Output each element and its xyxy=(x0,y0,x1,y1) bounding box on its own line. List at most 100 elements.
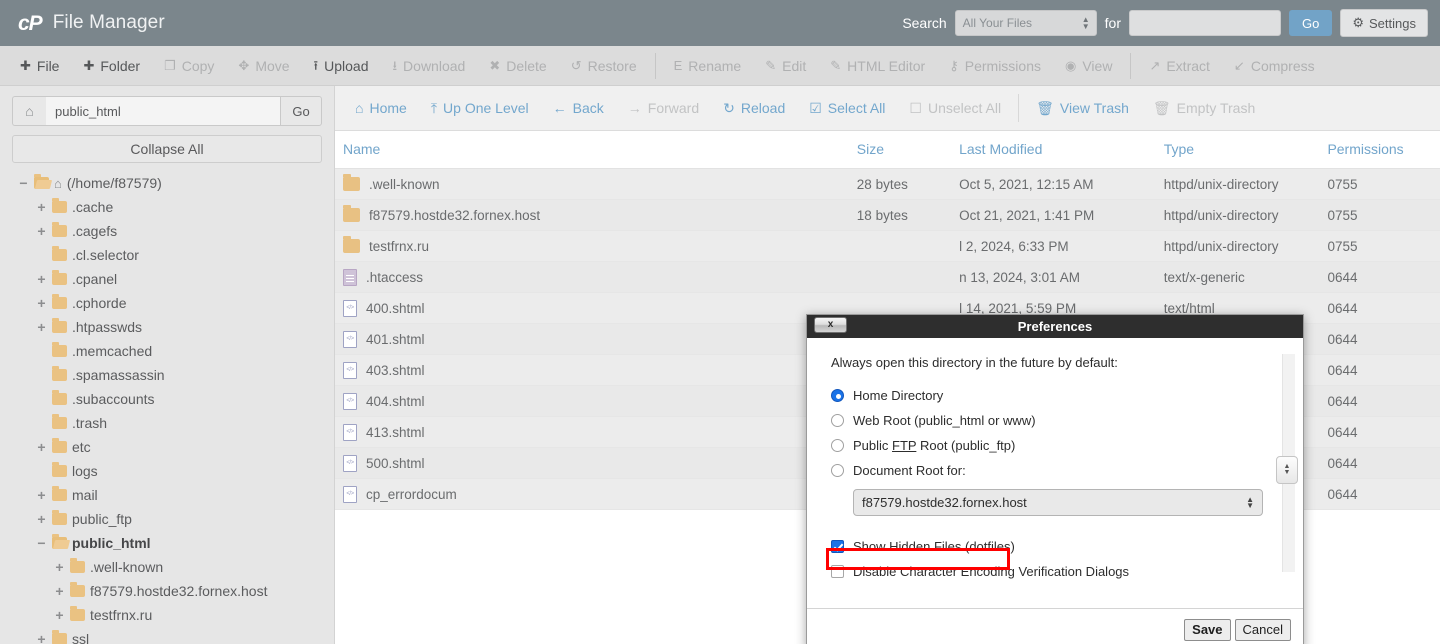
settings-button[interactable]: ⚙ Settings xyxy=(1340,9,1428,37)
tree-item-.htpasswds[interactable]: +.htpasswds xyxy=(12,315,322,339)
folder-icon xyxy=(52,633,67,644)
column-header-permissions[interactable]: Permissions xyxy=(1327,131,1440,169)
collapse-icon[interactable]: − xyxy=(18,176,29,190)
table-row[interactable]: .htaccessn 13, 2024, 3:01 AMtext/x-gener… xyxy=(335,262,1440,293)
folder-icon xyxy=(52,393,67,405)
default-directory-radio-group: Home DirectoryWeb Root (public_html or w… xyxy=(831,383,1303,483)
toolbar-separator xyxy=(1130,53,1131,79)
expand-icon[interactable]: + xyxy=(36,512,47,526)
home-icon[interactable]: ⌂ xyxy=(12,96,46,126)
checkbox-checked-icon[interactable] xyxy=(831,540,844,553)
save-button[interactable]: Save xyxy=(1184,619,1230,641)
tree-item-ssl[interactable]: +ssl xyxy=(12,627,322,644)
collapse-all-button[interactable]: Collapse All xyxy=(12,135,322,163)
cell-name: 400.shtml xyxy=(335,293,857,324)
checkbox-option-show-hidden-files-dotfiles[interactable]: Show Hidden Files (dotfiles) xyxy=(831,534,1303,559)
expand-icon[interactable]: + xyxy=(54,608,65,622)
tree-item-homef87579[interactable]: −⌂(/home/f87579) xyxy=(12,171,322,195)
column-header-last-modified[interactable]: Last Modified xyxy=(959,131,1164,169)
search-input[interactable] xyxy=(1129,10,1281,36)
document-root-select[interactable]: f87579.hostde32.fornex.host ▲▼ xyxy=(853,489,1263,516)
dialog-scrollbar[interactable]: ▲▼ xyxy=(1282,354,1295,572)
tree-item-public_ftp[interactable]: +public_ftp xyxy=(12,507,322,531)
toolbar-upload-button[interactable]: ⭱Upload xyxy=(302,46,381,86)
tree-item-testfrnx.ru[interactable]: +testfrnx.ru xyxy=(12,603,322,627)
nav-home-button[interactable]: ⌂Home xyxy=(343,86,419,131)
cell-name: cp_errordocum xyxy=(335,479,857,510)
tree-item-etc[interactable]: + etc xyxy=(12,435,322,459)
nav-select-all-button[interactable]: ☑Select All xyxy=(797,86,897,131)
radio-option-public-ftp-root-public_ftp[interactable]: Public FTP Root (public_ftp) xyxy=(831,433,1303,458)
radio-option-home-directory[interactable]: Home Directory xyxy=(831,383,1303,408)
radio-option-web-root-public_html-or-www[interactable]: Web Root (public_html or www) xyxy=(831,408,1303,433)
toolbar-edit-button: ✎Edit xyxy=(753,46,818,86)
tree-item-public_html[interactable]: −public_html xyxy=(12,531,322,555)
tree-item-.cagefs[interactable]: +.cagefs xyxy=(12,219,322,243)
folder-icon xyxy=(52,513,67,525)
table-row[interactable]: testfrnx.rul 2, 2024, 6:33 PMhttpd/unix-… xyxy=(335,231,1440,262)
table-row[interactable]: .well-known28 bytesOct 5, 2021, 12:15 AM… xyxy=(335,169,1440,200)
tree-item-label: .well-known xyxy=(90,560,163,574)
folder-icon xyxy=(52,273,67,285)
copy-icon: ❐ xyxy=(164,59,176,72)
nav-back-button[interactable]: ←Back xyxy=(541,86,616,131)
tree-item-.cl.selector[interactable]: .cl.selector xyxy=(12,243,322,267)
expand-icon[interactable]: + xyxy=(36,632,47,644)
tree-item-.cache[interactable]: +.cache xyxy=(12,195,322,219)
path-input[interactable]: public_html xyxy=(46,96,280,126)
tree-item-.cpanel[interactable]: +.cpanel xyxy=(12,267,322,291)
tree-item-label: mail xyxy=(72,488,98,502)
toolbar-file-button[interactable]: ✚File xyxy=(8,46,71,86)
column-header-size[interactable]: Size xyxy=(857,131,959,169)
tree-item-.trash[interactable]: .trash xyxy=(12,411,322,435)
toolbar-item-label: Move xyxy=(255,58,289,74)
nav-view-trash-button[interactable]: 🗑View Trash xyxy=(1024,86,1141,131)
tree-item-.subaccounts[interactable]: .subaccounts xyxy=(12,387,322,411)
tree-item-.memcached[interactable]: .memcached xyxy=(12,339,322,363)
collapse-icon[interactable]: − xyxy=(36,536,47,550)
search-go-button[interactable]: Go xyxy=(1289,10,1332,36)
expand-icon[interactable]: + xyxy=(54,560,65,574)
radio-option-document-root-for[interactable]: Document Root for: xyxy=(831,458,1303,483)
nav-reload-button[interactable]: ↻Reload xyxy=(711,86,797,131)
expand-icon[interactable]: + xyxy=(36,296,47,310)
radio-label: Public FTP Root (public_ftp) xyxy=(853,438,1015,453)
expand-icon[interactable]: + xyxy=(36,224,47,238)
expand-icon[interactable]: + xyxy=(54,584,65,598)
tree-item-.spamassassin[interactable]: .spamassassin xyxy=(12,363,322,387)
tree-item-label: etc xyxy=(72,440,91,454)
path-go-button[interactable]: Go xyxy=(280,96,322,126)
column-header-name[interactable]: Name xyxy=(335,131,857,169)
folder-icon xyxy=(52,201,67,213)
key-icon: ⚷ xyxy=(949,59,959,72)
expand-icon[interactable]: + xyxy=(36,488,47,502)
scrollbar-thumb[interactable]: ▲▼ xyxy=(1276,456,1298,484)
toolbar-folder-button[interactable]: ✚Folder xyxy=(71,46,152,86)
tree-item-.well-known[interactable]: + .well-known xyxy=(12,555,322,579)
chevron-updown-icon: ▲▼ xyxy=(1082,16,1090,30)
cell-last-modified: Oct 5, 2021, 12:15 AM xyxy=(959,169,1164,200)
expand-icon[interactable]: + xyxy=(36,200,47,214)
column-header-type[interactable]: Type xyxy=(1164,131,1328,169)
table-row[interactable]: f87579.hostde32.fornex.host18 bytesOct 2… xyxy=(335,200,1440,231)
search-scope-select[interactable]: All Your Files ▲▼ xyxy=(955,10,1097,36)
checkbox-option-disable-character-encoding-verification-dialogs[interactable]: Disable Character Encoding Verification … xyxy=(831,559,1303,584)
tree-item-.cphorde[interactable]: + .cphorde xyxy=(12,291,322,315)
expand-icon[interactable]: + xyxy=(36,440,47,454)
expand-icon[interactable]: + xyxy=(36,272,47,286)
tree-item-f87579.hostde32.fornex.host[interactable]: +f87579.hostde32.fornex.host xyxy=(12,579,322,603)
folder-icon xyxy=(343,177,360,191)
radio-checked-icon[interactable] xyxy=(831,389,844,402)
expand-icon[interactable]: + xyxy=(36,320,47,334)
cancel-button[interactable]: Cancel xyxy=(1235,619,1291,641)
close-icon[interactable]: x xyxy=(814,317,847,333)
nav-up-one-level-button[interactable]: ⤒Up One Level xyxy=(419,86,541,131)
tree-item-label: .cphorde xyxy=(72,296,126,310)
checkbox-empty-icon[interactable] xyxy=(831,565,844,578)
download-icon: ⭳ xyxy=(392,59,397,72)
radio-empty-icon[interactable] xyxy=(831,439,844,452)
tree-item-mail[interactable]: + mail xyxy=(12,483,322,507)
radio-empty-icon[interactable] xyxy=(831,414,844,427)
radio-empty-icon[interactable] xyxy=(831,464,844,477)
tree-item-logs[interactable]: logs xyxy=(12,459,322,483)
